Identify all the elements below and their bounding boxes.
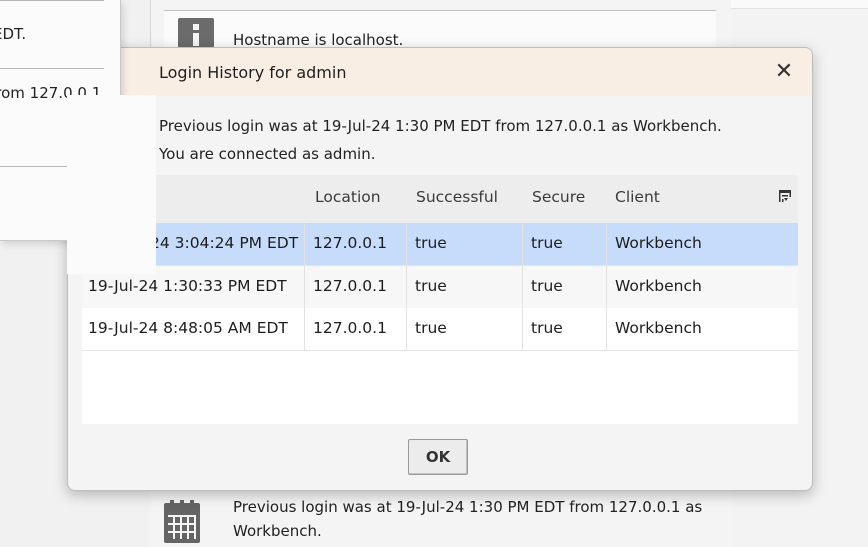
table-header: Location Successful Secure Client xyxy=(82,175,798,224)
login-history-dialog: Login History for admin ✕ Previous login… xyxy=(67,47,813,491)
calendar-icon xyxy=(164,500,200,543)
cell-location: 127.0.0.1 xyxy=(313,319,387,337)
cell-location: 127.0.0.1 xyxy=(313,277,387,295)
cell-location: 127.0.0.1 xyxy=(313,234,387,252)
connected-as-message: You are connected as admin. xyxy=(159,145,376,163)
column-separator xyxy=(606,266,607,308)
column-header-secure[interactable]: Secure xyxy=(532,188,585,206)
table-row[interactable]: 19-Jul-24 8:48:05 AM EDT 127.0.0.1 true … xyxy=(82,308,798,351)
previous-login-message: Previous login was at 19-Jul-24 1:30 PM … xyxy=(159,117,722,135)
column-separator xyxy=(522,308,523,350)
cell-successful: true xyxy=(415,234,447,252)
column-separator xyxy=(406,223,407,265)
table-row[interactable]: 19-Jul-24 1:30:33 PM EDT 127.0.0.1 true … xyxy=(82,265,798,309)
divider xyxy=(0,68,104,69)
cell-client: Workbench xyxy=(615,277,702,295)
column-header-successful[interactable]: Successful xyxy=(416,188,498,206)
cell-timestamp: 19-Jul-24 8:48:05 AM EDT xyxy=(88,319,288,337)
cell-successful: true xyxy=(415,277,447,295)
cell-secure: true xyxy=(531,277,563,295)
column-separator xyxy=(406,266,407,308)
cell-secure: true xyxy=(531,234,563,252)
column-separator xyxy=(606,308,607,350)
column-chooser-icon[interactable] xyxy=(778,189,792,205)
column-separator xyxy=(304,223,305,265)
info-icon xyxy=(178,18,214,48)
column-separator xyxy=(522,266,523,308)
top-left-text-edt: EDT. xyxy=(0,25,27,43)
dialog-titlebar[interactable]: Login History for admin ✕ xyxy=(68,48,812,96)
column-separator xyxy=(304,266,305,308)
close-button[interactable]: ✕ xyxy=(770,59,798,85)
table-row[interactable]: 24 3:04:24 PM EDT 127.0.0.1 true true Wo… xyxy=(82,223,798,265)
cell-secure: true xyxy=(531,319,563,337)
dialog-title: Login History for admin xyxy=(159,63,347,82)
column-separator xyxy=(522,223,523,265)
divider xyxy=(0,0,104,1)
background-right-strip xyxy=(731,0,868,9)
ok-button[interactable]: OK xyxy=(408,439,468,475)
column-separator xyxy=(304,308,305,350)
login-history-table: Location Successful Secure Client 24 3:0… xyxy=(82,175,798,424)
cell-timestamp: 24 3:04:24 PM EDT xyxy=(150,234,299,252)
cell-successful: true xyxy=(415,319,447,337)
column-header-location[interactable]: Location xyxy=(315,188,381,206)
background-window-overlap xyxy=(67,95,156,274)
column-header-client[interactable]: Client xyxy=(615,188,660,206)
dialog-message: Previous login was at 19-Jul-24 1:30 PM … xyxy=(159,112,799,168)
cell-client: Workbench xyxy=(615,234,702,252)
cell-timestamp: 19-Jul-24 1:30:33 PM EDT xyxy=(88,277,287,295)
background-previous-login-text: Previous login was at 19-Jul-24 1:30 PM … xyxy=(233,498,703,540)
column-separator xyxy=(606,223,607,265)
column-separator xyxy=(406,308,407,350)
cell-client: Workbench xyxy=(615,319,702,337)
